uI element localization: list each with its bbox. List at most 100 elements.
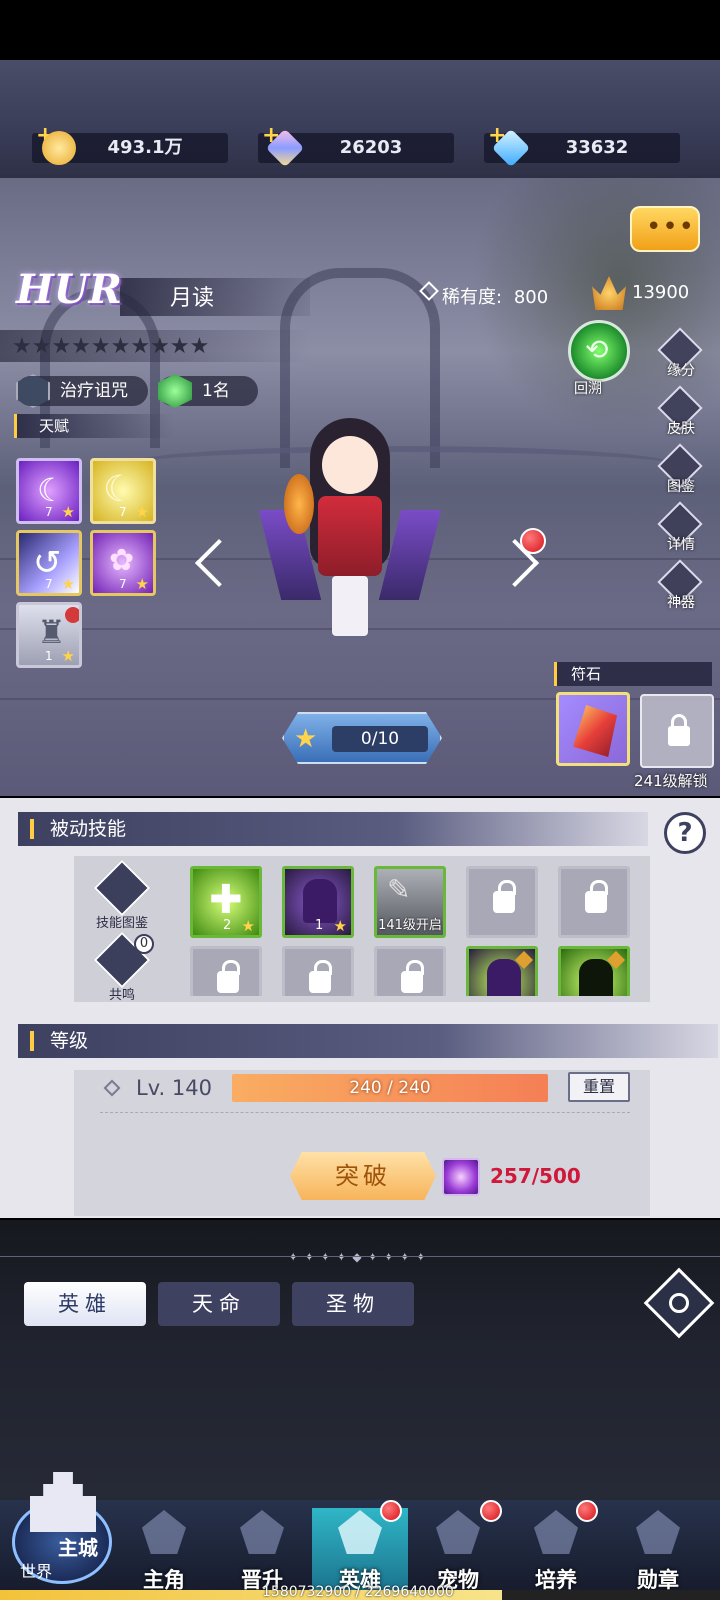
details-button[interactable]: 详情	[656, 501, 706, 554]
nav-protagonist[interactable]: 主角	[116, 1508, 212, 1598]
bond-button[interactable]: 缘分	[656, 327, 706, 380]
breakthrough-button[interactable]: 突破	[290, 1152, 436, 1200]
rune-slot[interactable]	[556, 692, 630, 766]
passive-skill-slot[interactable]: 1 ★	[282, 866, 354, 938]
passive-skill-slot-locked[interactable]	[190, 946, 262, 996]
talent-slot[interactable]: ↺ 7 ★	[16, 530, 82, 596]
notification-dot	[576, 1500, 598, 1522]
passive-skill-slot-locked[interactable]	[558, 866, 630, 938]
star-icon: ★	[135, 575, 149, 593]
chat-button[interactable]: •••	[630, 206, 700, 252]
promotion-icon	[240, 1510, 284, 1554]
gold-counter[interactable]: + 493.1万	[32, 123, 228, 165]
star-icon: ★	[61, 575, 75, 593]
shadow-doll-icon	[303, 879, 337, 923]
nav-city-label: 主城	[58, 1536, 98, 1560]
talent-level: 1	[45, 649, 53, 663]
skill-level: 2	[223, 918, 232, 933]
rune-header: 符石	[554, 662, 712, 686]
lock-icon	[493, 880, 516, 913]
tab-destiny[interactable]: 天命	[158, 1282, 280, 1326]
passive-skill-header: 被动技能	[18, 812, 648, 846]
cultivate-icon	[534, 1510, 578, 1554]
skill-level: 1	[315, 918, 324, 933]
passive-skill-slot-locked[interactable]	[466, 866, 538, 938]
star-icon: ★	[61, 647, 75, 665]
artifact-button[interactable]: 神器	[656, 559, 706, 612]
resonance-count: 0	[134, 934, 154, 954]
purple-orb-icon	[442, 1158, 480, 1196]
passive-skill-slot-locked[interactable]: ✎ 141级开启	[374, 866, 446, 938]
skill-unlock-text: 141级开启	[378, 918, 442, 933]
talent-slot[interactable]: ♜ 1 ★	[16, 602, 82, 668]
passive-skill-slot-locked[interactable]	[374, 946, 446, 996]
nav-medal[interactable]: 勋章	[610, 1508, 706, 1598]
divider-line	[0, 1256, 720, 1257]
rune-slot-locked[interactable]	[640, 694, 714, 768]
silhouette-icon	[579, 959, 613, 996]
star-icon: ★	[333, 917, 347, 935]
rewind-icon: ⟲	[585, 333, 609, 366]
divider	[100, 1112, 630, 1113]
hero-helmet-icon	[338, 1510, 382, 1554]
skill-codex-button[interactable]: 技能图鉴	[90, 859, 154, 931]
hero-sprite[interactable]	[258, 400, 442, 650]
tab-hero[interactable]: 英雄	[24, 1282, 146, 1326]
passive-skill-title: 被动技能	[50, 818, 127, 840]
pet-icon	[436, 1510, 480, 1554]
lock-icon	[217, 960, 240, 993]
sketch-icon: ✎	[387, 873, 411, 906]
talent-header: 天赋	[14, 414, 174, 438]
role-tag[interactable]: 治疗诅咒	[16, 374, 148, 408]
blue-gem-counter[interactable]: + 33632	[484, 123, 680, 168]
talent-level: 7	[119, 577, 127, 591]
name-banner	[120, 278, 310, 316]
lock-icon	[309, 960, 332, 993]
talent-slot[interactable]: ☾ 7 ★	[90, 458, 156, 524]
reset-button[interactable]: 重置	[568, 1072, 630, 1102]
skill-book-icon	[93, 859, 151, 917]
talent-level: 7	[45, 505, 53, 519]
passive-skill-slot[interactable]: ✚ 2 ★	[190, 866, 262, 938]
next-hero-badge	[520, 528, 546, 554]
rune-gem-icon	[573, 705, 617, 757]
talent-slot[interactable]: ✿ 7 ★	[90, 530, 156, 596]
orb-count: 257/500	[490, 1164, 581, 1188]
codex-label: 图鉴	[667, 479, 695, 495]
medal-icon	[636, 1510, 680, 1554]
shadow-doll-icon	[487, 959, 521, 996]
passive-skill-slot[interactable]	[466, 946, 538, 996]
resonance-button[interactable]: 共鸣 0	[90, 931, 154, 1003]
nav-main-city[interactable]: 主城 世界	[6, 1468, 116, 1588]
tower-bell-icon: ♜	[37, 613, 66, 651]
ornament-divider: ✦✦✦✦◆✦✦✦✦	[288, 1250, 432, 1264]
account-xp-text: 1580732900 / 2269640000	[262, 1584, 454, 1600]
passive-skill-slot-locked[interactable]	[282, 946, 354, 996]
talent-level: 7	[45, 577, 53, 591]
rewind-button[interactable]: ⟲	[568, 320, 630, 382]
resonance-label: 共鸣	[108, 988, 135, 1003]
passive-skill-slot[interactable]	[558, 946, 630, 996]
passive-skill-row-2	[190, 946, 630, 996]
rewind-label: 回溯	[574, 381, 602, 397]
level-label: Lv. 140	[136, 1076, 212, 1100]
talent-slot[interactable]: ☾ 7 ★	[16, 458, 82, 524]
power-value: 13900	[632, 282, 690, 303]
skill-codex-label: 技能图鉴	[95, 916, 148, 931]
rarity: 稀有度: 800	[422, 283, 548, 309]
tab-relic[interactable]: 圣物	[292, 1282, 414, 1326]
codex-button[interactable]: 图鉴	[656, 443, 706, 496]
pink-gem-counter[interactable]: + 26203	[258, 123, 454, 168]
star-icon: ★	[61, 503, 75, 521]
status-bar	[0, 0, 720, 60]
level-header: 等级	[18, 1024, 718, 1058]
notification-dot	[480, 1500, 502, 1522]
rank-tag[interactable]: 1名	[158, 374, 258, 408]
eye-icon	[669, 1293, 689, 1313]
skin-label: 皮肤	[667, 421, 695, 437]
help-button[interactable]: ?	[664, 812, 706, 854]
skin-button[interactable]: 皮肤	[656, 385, 706, 438]
protagonist-icon	[142, 1510, 186, 1554]
flower-badge-icon	[65, 607, 79, 623]
details-label: 详情	[667, 537, 695, 553]
